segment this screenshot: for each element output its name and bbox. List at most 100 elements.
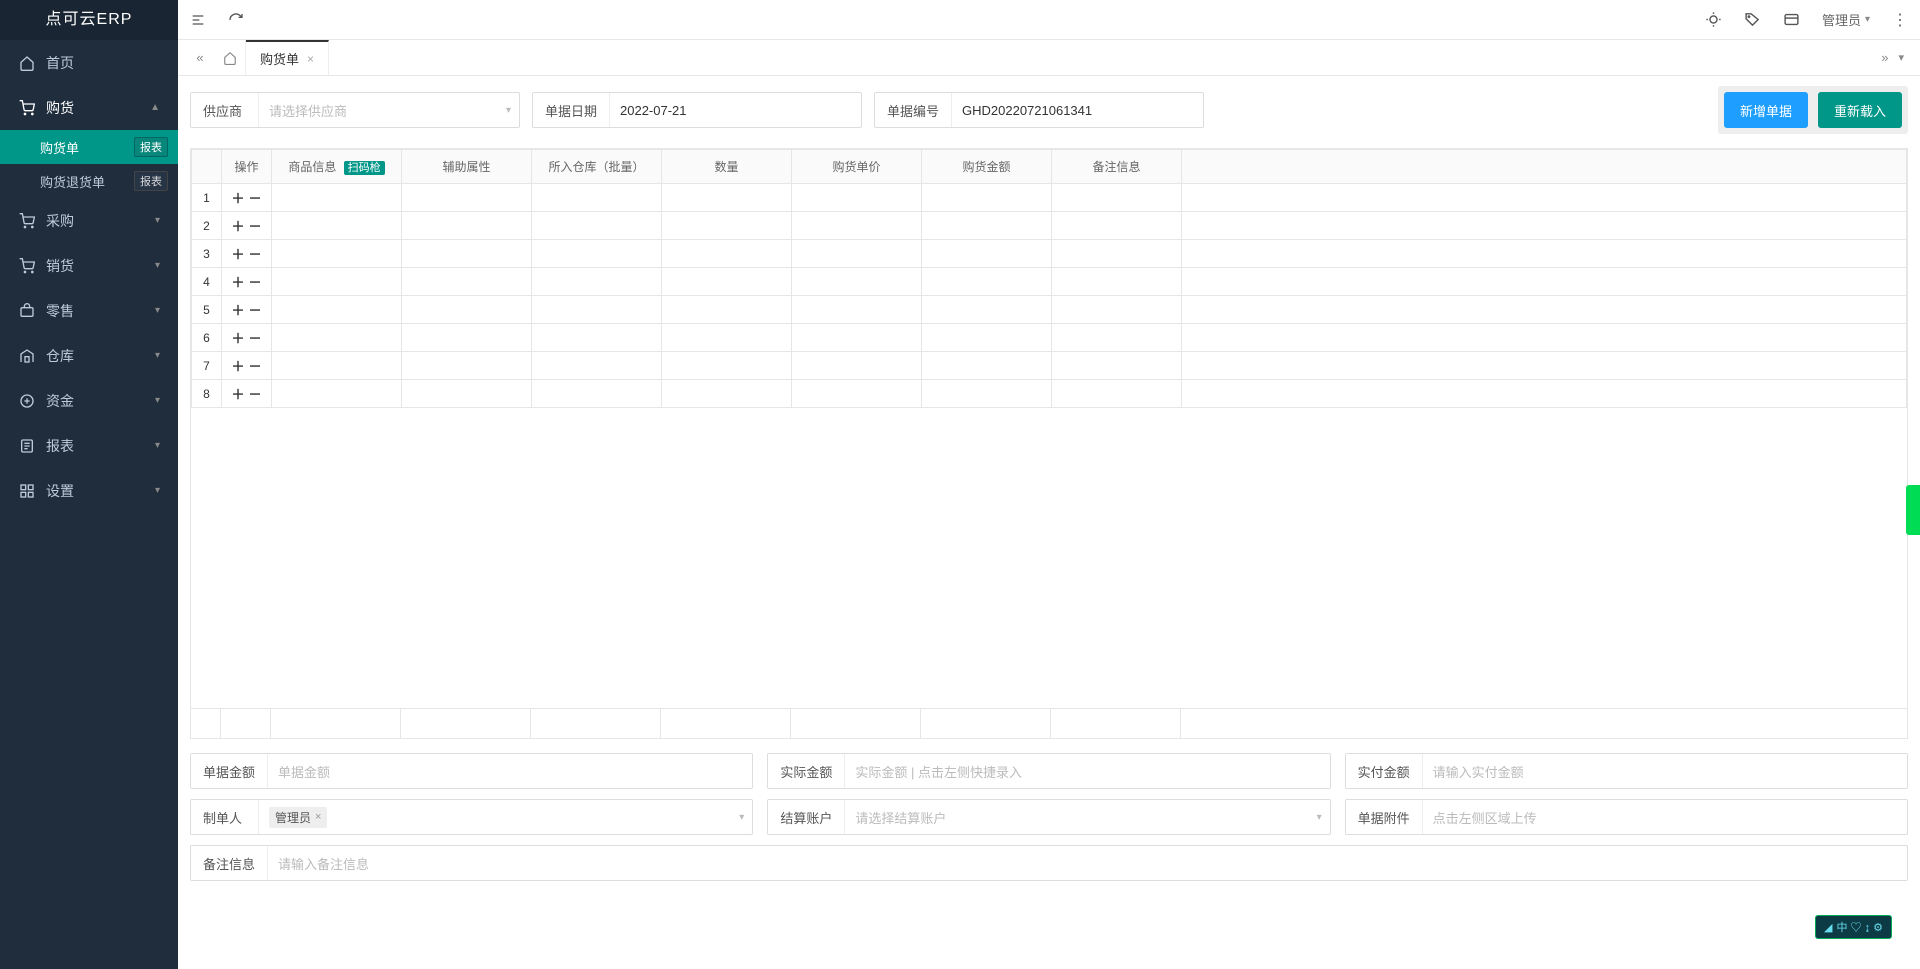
cell-warehouse[interactable] (532, 296, 662, 324)
cell-warehouse[interactable] (532, 324, 662, 352)
settle-account-select[interactable]: 请选择结算账户 (845, 800, 1316, 834)
add-row-icon[interactable]: ＋ (231, 272, 244, 291)
tab-scroll-right[interactable]: » (1881, 50, 1888, 65)
cell-note[interactable] (1052, 352, 1182, 380)
remark-input[interactable]: 请输入备注信息 (268, 846, 1907, 880)
cell-product[interactable] (272, 324, 402, 352)
cell-attr[interactable] (402, 268, 532, 296)
remove-row-icon[interactable]: － (249, 216, 262, 235)
tab-home[interactable] (214, 40, 246, 75)
cell-note[interactable] (1052, 296, 1182, 324)
sidebar-item-purchase[interactable]: 购货 ▲ (0, 85, 178, 130)
cell-warehouse[interactable] (532, 212, 662, 240)
cell-note[interactable] (1052, 240, 1182, 268)
remove-row-icon[interactable]: － (249, 328, 262, 347)
attachment-field[interactable]: 单据附件 点击左侧区域上传 (1345, 799, 1908, 835)
remove-row-icon[interactable]: － (249, 356, 262, 375)
cell-amount[interactable] (922, 380, 1052, 408)
table-row[interactable]: 2＋－ (192, 212, 1907, 240)
refresh-icon[interactable] (228, 12, 244, 28)
table-row[interactable]: 5＋－ (192, 296, 1907, 324)
sidebar-subitem-purchase-order[interactable]: 购货单 报表 (0, 130, 178, 164)
sidebar-item-fund[interactable]: 资金 ▾ (0, 378, 178, 423)
cell-product[interactable] (272, 240, 402, 268)
cell-attr[interactable] (402, 212, 532, 240)
tab-scroll-left[interactable]: « (186, 40, 214, 75)
scan-badge[interactable]: 扫码枪 (344, 161, 385, 175)
add-row-icon[interactable]: ＋ (231, 216, 244, 235)
cell-warehouse[interactable] (532, 268, 662, 296)
add-row-icon[interactable]: ＋ (231, 384, 244, 403)
tag-icon[interactable] (1744, 11, 1761, 28)
row-operate[interactable]: ＋－ (222, 380, 272, 408)
row-operate[interactable]: ＋－ (222, 268, 272, 296)
actual-amount-input[interactable]: 实际金额 | 点击左侧快捷录入 (845, 754, 1329, 788)
sidebar-item-warehouse[interactable]: 仓库 ▾ (0, 333, 178, 378)
sidebar-item-home[interactable]: 首页 (0, 40, 178, 85)
actual-amount-field[interactable]: 实际金额 实际金额 | 点击左侧快捷录入 (767, 753, 1330, 789)
sidebar-item-settings[interactable]: 设置 ▾ (0, 468, 178, 513)
close-icon[interactable]: × (307, 52, 314, 66)
cell-warehouse[interactable] (532, 184, 662, 212)
cell-warehouse[interactable] (532, 240, 662, 268)
cell-price[interactable] (792, 380, 922, 408)
cell-price[interactable] (792, 296, 922, 324)
tab-menu-icon[interactable]: ▾ (1898, 51, 1904, 64)
cell-qty[interactable] (662, 380, 792, 408)
table-row[interactable]: 1＋－ (192, 184, 1907, 212)
cell-note[interactable] (1052, 212, 1182, 240)
cell-amount[interactable] (922, 324, 1052, 352)
cell-price[interactable] (792, 268, 922, 296)
cell-attr[interactable] (402, 352, 532, 380)
cell-qty[interactable] (662, 296, 792, 324)
cell-product[interactable] (272, 212, 402, 240)
paid-amount-field[interactable]: 实付金额 请输入实付金额 (1345, 753, 1908, 789)
report-badge[interactable]: 报表 (134, 137, 168, 157)
sidebar-item-retail[interactable]: 零售 ▾ (0, 288, 178, 333)
cell-note[interactable] (1052, 380, 1182, 408)
report-badge[interactable]: 报表 (134, 171, 168, 191)
remark-field[interactable]: 备注信息 请输入备注信息 (190, 845, 1908, 881)
cell-qty[interactable] (662, 268, 792, 296)
ime-toolbar[interactable]: ◢ 中 ♡ ↨ ⚙ (1815, 915, 1892, 939)
cell-product[interactable] (272, 352, 402, 380)
cell-price[interactable] (792, 352, 922, 380)
tag-remove-icon[interactable]: × (315, 811, 321, 823)
row-operate[interactable]: ＋－ (222, 352, 272, 380)
cell-attr[interactable] (402, 240, 532, 268)
remove-row-icon[interactable]: － (249, 272, 262, 291)
maker-field[interactable]: 制单人 管理员 × ▾ (190, 799, 753, 835)
bill-amount-input[interactable]: 单据金额 (268, 754, 752, 788)
add-row-icon[interactable]: ＋ (231, 244, 244, 263)
cell-note[interactable] (1052, 268, 1182, 296)
cell-qty[interactable] (662, 240, 792, 268)
more-icon[interactable]: ⋮ (1892, 10, 1908, 30)
cell-amount[interactable] (922, 240, 1052, 268)
table-row[interactable]: 6＋－ (192, 324, 1907, 352)
paid-amount-input[interactable]: 请输入实付金额 (1423, 754, 1907, 788)
cell-amount[interactable] (922, 184, 1052, 212)
supplier-field[interactable]: 供应商 请选择供应商 ▾ (190, 92, 520, 128)
add-row-icon[interactable]: ＋ (231, 356, 244, 375)
remove-row-icon[interactable]: － (249, 300, 262, 319)
cell-product[interactable] (272, 184, 402, 212)
cell-note[interactable] (1052, 324, 1182, 352)
reload-button[interactable]: 重新载入 (1818, 92, 1902, 128)
settle-account-field[interactable]: 结算账户 请选择结算账户 ▾ (767, 799, 1330, 835)
row-operate[interactable]: ＋－ (222, 212, 272, 240)
table-row[interactable]: 4＋－ (192, 268, 1907, 296)
row-operate[interactable]: ＋－ (222, 296, 272, 324)
add-row-icon[interactable]: ＋ (231, 328, 244, 347)
attachment-upload[interactable]: 点击左侧区域上传 (1423, 800, 1907, 834)
inbox-icon[interactable] (1783, 11, 1800, 28)
remove-row-icon[interactable]: － (249, 244, 262, 263)
cell-price[interactable] (792, 212, 922, 240)
remove-row-icon[interactable]: － (249, 188, 262, 207)
cell-warehouse[interactable] (532, 352, 662, 380)
cell-product[interactable] (272, 268, 402, 296)
add-row-icon[interactable]: ＋ (231, 300, 244, 319)
cell-attr[interactable] (402, 380, 532, 408)
user-dropdown[interactable]: 管理员 ▾ (1822, 10, 1870, 29)
sidebar-item-sales[interactable]: 销货 ▾ (0, 243, 178, 288)
cell-price[interactable] (792, 240, 922, 268)
